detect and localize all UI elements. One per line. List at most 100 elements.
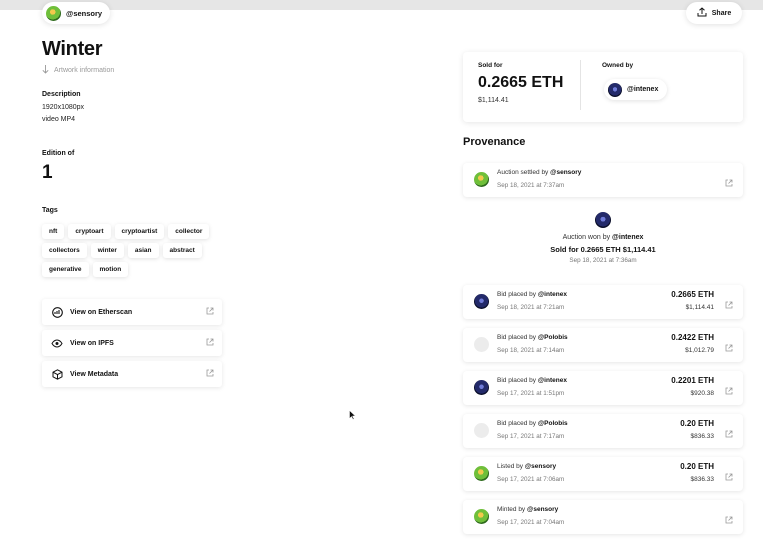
bid-amount-usd: $836.33	[690, 433, 715, 440]
tag-chip[interactable]: collector	[168, 224, 210, 239]
view-on-etherscan-link[interactable]: View on Etherscan	[42, 299, 222, 325]
owner-avatar	[608, 82, 622, 97]
provenance-row[interactable]: Listed by @sensory Sep 17, 2021 at 7:06a…	[463, 457, 743, 491]
share-icon	[697, 7, 707, 19]
provenance-date: Sep 17, 2021 at 7:17am	[497, 433, 565, 440]
tag-chip[interactable]: asian	[127, 243, 159, 258]
external-link-icon	[206, 369, 214, 379]
external-link-icon[interactable]	[725, 296, 733, 314]
winner-avatar	[595, 212, 611, 228]
sold-price-usd: $1,114.41	[478, 97, 509, 104]
description-resolution: 1920x1080px	[42, 104, 85, 111]
sold-price-eth: 0.2665 ETH	[478, 74, 564, 91]
tag-chip[interactable]: cryptoart	[68, 224, 111, 239]
provenance-row[interactable]: Bid placed by @Polobis Sep 18, 2021 at 7…	[463, 328, 743, 362]
provenance-event: Bid placed by @Polobis	[497, 334, 568, 341]
edition-label: Edition of	[42, 150, 75, 157]
mouse-cursor-icon	[349, 407, 356, 425]
tag-chip[interactable]: collectors	[42, 243, 87, 258]
user-avatar	[474, 172, 489, 187]
provenance-date: Sep 17, 2021 at 1:51pm	[497, 390, 565, 397]
sold-for-label: Sold for	[478, 62, 503, 69]
bid-amount-eth: 0.2201 ETH	[671, 376, 714, 385]
provenance-row[interactable]: Bid placed by @Polobis Sep 17, 2021 at 7…	[463, 414, 743, 448]
provenance-event: Auction settled by @sensory	[497, 169, 582, 176]
description-format: video MP4	[42, 116, 76, 123]
provenance-date: Sep 17, 2021 at 7:04am	[497, 519, 565, 526]
provenance-date: Sep 18, 2021 at 7:21am	[497, 304, 565, 311]
creator-avatar	[46, 5, 61, 21]
artwork-title: Winter	[42, 38, 103, 60]
tag-chip[interactable]: winter	[90, 243, 124, 258]
external-links: View on Etherscan View on IPFS View Meta…	[42, 299, 222, 392]
bid-amount-usd: $1,114.41	[685, 304, 714, 311]
provenance-event: Minted by @sensory	[497, 506, 559, 513]
auction-won-sold: Sold for 0.2665 ETH $1,114.41	[463, 245, 743, 254]
artwork-information-link[interactable]: Artwork information	[42, 65, 114, 76]
view-on-ipfs-link[interactable]: View on IPFS	[42, 330, 222, 356]
provenance-row[interactable]: Bid placed by @intenex Sep 17, 2021 at 1…	[463, 371, 743, 405]
cube-icon	[50, 367, 64, 381]
bid-amount-eth: 0.2422 ETH	[671, 333, 714, 342]
owned-by-label: Owned by	[602, 62, 634, 69]
creator-handle: @sensory	[66, 8, 103, 18]
ipfs-link-label: View on IPFS	[70, 339, 114, 347]
user-avatar	[474, 380, 489, 395]
external-link-icon[interactable]	[725, 174, 733, 192]
external-link-icon[interactable]	[725, 511, 733, 529]
etherscan-link-label: View on Etherscan	[70, 308, 133, 316]
tags-label: Tags	[42, 207, 58, 214]
external-link-icon[interactable]	[725, 425, 733, 443]
tag-chip[interactable]: motion	[92, 262, 129, 277]
owner-profile-pill[interactable]: @intenex	[604, 79, 668, 100]
edition-count: 1	[42, 162, 53, 183]
provenance-title: Provenance	[463, 136, 526, 148]
auction-won-event: Auction won by @intenex	[562, 234, 644, 241]
provenance-row-settled[interactable]: Auction settled by @sensory Sep 18, 2021…	[463, 163, 743, 197]
user-avatar	[474, 466, 489, 481]
user-avatar	[474, 509, 489, 524]
eye-icon	[50, 336, 64, 350]
external-link-icon[interactable]	[725, 339, 733, 357]
bid-amount-eth: 0.20 ETH	[680, 419, 714, 428]
provenance-row[interactable]: Bid placed by @intenex Sep 18, 2021 at 7…	[463, 285, 743, 319]
card-divider	[580, 60, 581, 110]
user-avatar	[474, 423, 489, 438]
browser-top-strip	[0, 0, 763, 10]
list-amount-eth: 0.20 ETH	[680, 462, 714, 471]
bid-amount-eth: 0.2665 ETH	[671, 290, 714, 299]
tag-chip[interactable]: generative	[42, 262, 89, 277]
external-link-icon	[206, 307, 214, 317]
provenance-event: Bid placed by @intenex	[497, 291, 567, 298]
external-link-icon	[206, 338, 214, 348]
list-amount-usd: $836.33	[690, 476, 715, 483]
description-label: Description	[42, 91, 81, 98]
user-avatar	[474, 294, 489, 309]
bid-amount-usd: $1,012.79	[685, 347, 714, 354]
tag-chip[interactable]: abstract	[162, 243, 202, 258]
provenance-date: Sep 17, 2021 at 7:06am	[497, 476, 565, 483]
share-button[interactable]: Share	[686, 2, 742, 24]
creator-profile-pill[interactable]: @sensory	[42, 2, 111, 24]
external-link-icon[interactable]	[725, 468, 733, 486]
owner-handle: @intenex	[627, 86, 659, 93]
provenance-event: Bid placed by @intenex	[497, 377, 567, 384]
provenance-date: Sep 18, 2021 at 7:14am	[497, 347, 565, 354]
provenance-event: Listed by @sensory	[497, 463, 557, 470]
view-metadata-link[interactable]: View Metadata	[42, 361, 222, 387]
user-avatar	[474, 337, 489, 352]
sale-summary-card: Sold for 0.2665 ETH $1,114.41 Owned by @…	[463, 52, 743, 122]
arrow-down-icon	[42, 65, 49, 76]
bid-amount-usd: $920.38	[690, 390, 715, 397]
metadata-link-label: View Metadata	[70, 370, 119, 378]
tag-chip[interactable]: cryptoartist	[114, 224, 165, 239]
external-link-icon[interactable]	[725, 382, 733, 400]
tag-chip[interactable]: nft	[42, 224, 65, 239]
auction-won-block: Auction won by @intenex Sold for 0.2665 …	[463, 210, 743, 266]
provenance-row[interactable]: Minted by @sensory Sep 17, 2021 at 7:04a…	[463, 500, 743, 534]
provenance-date: Sep 18, 2021 at 7:37am	[497, 182, 565, 189]
artwork-information-label: Artwork information	[54, 67, 115, 74]
provenance-event: Bid placed by @Polobis	[497, 420, 568, 427]
tag-list: nft cryptoart cryptoartist collector col…	[42, 224, 212, 277]
auction-won-date: Sep 18, 2021 at 7:36am	[569, 257, 637, 264]
